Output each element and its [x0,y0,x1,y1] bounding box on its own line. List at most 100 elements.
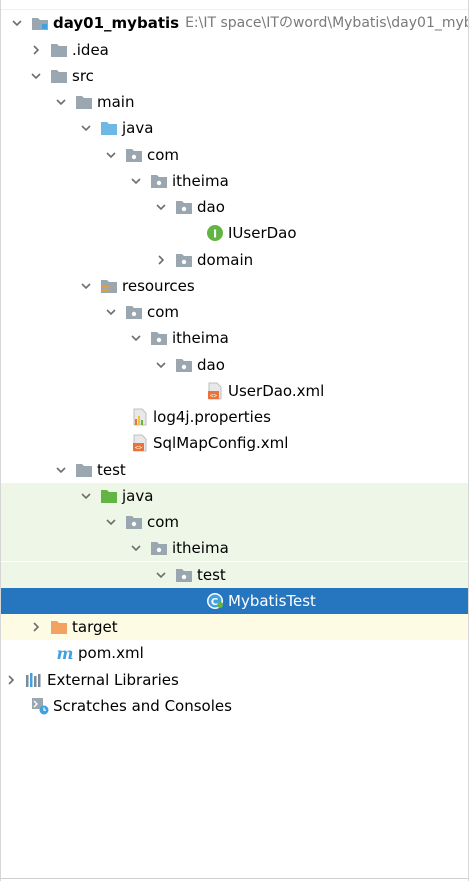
tree-label: .idea [72,41,109,59]
tree-row-resources[interactable]: resources [1,273,468,299]
scratches-icon [31,698,49,715]
chevron-down-icon[interactable] [153,357,169,373]
tree-row-main-com[interactable]: com [1,142,468,168]
tree-row-pom[interactable]: m pom.xml [1,640,468,666]
chevron-right-icon[interactable] [28,42,44,58]
chevron-down-icon[interactable] [103,147,119,163]
tree-label: dao [197,198,225,216]
folder-icon [75,462,93,478]
tree-label: src [72,67,94,85]
tree-label: domain [197,251,254,269]
source-folder-icon [100,120,118,136]
libraries-icon [25,672,43,688]
chevron-down-icon[interactable] [53,94,69,110]
test-source-folder-icon [100,488,118,504]
tree-label: itheima [172,539,229,557]
tree-label: test [197,566,226,584]
tree-row-main[interactable]: main [1,89,468,115]
tree-label: UserDao.xml [228,382,325,400]
tree-row-test-com[interactable]: com [1,509,468,535]
top-edge [1,0,468,10]
tree-row-test[interactable]: test [1,457,468,483]
tree-label: itheima [172,329,229,347]
tree-row-external-libraries[interactable]: External Libraries [1,667,468,693]
tree-label: SqlMapConfig.xml [153,434,289,452]
package-icon [175,357,193,373]
tree-row-test-itheima[interactable]: itheima [1,535,468,561]
divider [1,878,468,879]
test-class-icon: C [206,593,224,609]
package-icon [175,199,193,215]
tree-row-main-itheima[interactable]: itheima [1,168,468,194]
properties-file-icon [131,408,149,426]
tree-label: log4j.properties [153,408,271,426]
resources-folder-icon [100,278,118,294]
tree-label: java [122,487,154,505]
chevron-down-icon[interactable] [128,330,144,346]
chevron-down-icon[interactable] [153,567,169,583]
chevron-down-icon[interactable] [28,68,44,84]
tree-row-res-com[interactable]: com [1,299,468,325]
svg-text:C: C [211,597,218,608]
tree-label: test [97,461,126,479]
maven-icon: m [56,645,74,661]
tree-row-scratches[interactable]: Scratches and Consoles [1,693,468,719]
package-icon [125,304,143,320]
xml-file-icon: <> [131,434,149,452]
chevron-down-icon[interactable] [103,304,119,320]
chevron-right-icon[interactable] [3,672,19,688]
tree-row-mybatistest[interactable]: C MybatisTest [1,588,468,614]
chevron-down-icon[interactable] [78,278,94,294]
module-folder-icon [31,15,49,31]
excluded-folder-icon [50,619,68,635]
chevron-down-icon[interactable] [103,514,119,530]
chevron-down-icon[interactable] [128,173,144,189]
tree-label: MybatisTest [228,592,316,610]
package-icon [150,330,168,346]
tree-label: target [72,618,118,636]
project-path: E:\IT space\ITのword\Mybatis\day01_myb [185,15,469,31]
folder-icon [50,42,68,58]
tree-row-project-root[interactable]: day01_mybatis E:\IT space\ITのword\Mybati… [1,10,468,36]
project-name: day01_mybatis [53,14,180,32]
package-icon [175,252,193,268]
tree-row-test-test[interactable]: test [1,562,468,588]
svg-text:<>: <> [210,393,218,400]
tree-label: IUserDao [228,224,297,242]
tree-row-userdao-xml[interactable]: <> UserDao.xml [1,378,468,404]
xml-file-icon: <> [206,382,224,400]
package-icon [125,147,143,163]
tree-label: com [147,146,180,164]
chevron-right-icon[interactable] [153,252,169,268]
tree-row-res-itheima[interactable]: itheima [1,325,468,351]
chevron-down-icon[interactable] [9,15,25,31]
tree-row-main-dao[interactable]: dao [1,194,468,220]
svg-text:I: I [213,228,217,241]
folder-icon [50,68,68,84]
chevron-down-icon[interactable] [78,120,94,136]
tree-row-domain[interactable]: domain [1,247,468,273]
chevron-right-icon[interactable] [28,619,44,635]
tree-label: main [97,93,135,111]
tree-row-main-java[interactable]: java [1,115,468,141]
package-icon [125,514,143,530]
package-icon [175,567,193,583]
tree-label: pom.xml [78,644,144,662]
chevron-down-icon[interactable] [128,540,144,556]
tree-label: itheima [172,172,229,190]
tree-label: resources [122,277,195,295]
tree-row-iuserdao[interactable]: I IUserDao [1,220,468,246]
tree-row-sqlmapconfig[interactable]: <> SqlMapConfig.xml [1,430,468,456]
tree-label: com [147,303,180,321]
chevron-down-icon[interactable] [153,199,169,215]
tree-row-res-dao[interactable]: dao [1,352,468,378]
tree-row-src[interactable]: src [1,63,468,89]
svg-text:m: m [57,645,74,661]
chevron-down-icon[interactable] [53,462,69,478]
tree-row-target[interactable]: target [1,614,468,640]
tree-row-idea[interactable]: .idea [1,37,468,63]
tree-label: Scratches and Consoles [53,697,232,715]
chevron-down-icon[interactable] [78,488,94,504]
tree-row-test-java[interactable]: java [1,483,468,509]
tree-row-log4j[interactable]: log4j.properties [1,404,468,430]
